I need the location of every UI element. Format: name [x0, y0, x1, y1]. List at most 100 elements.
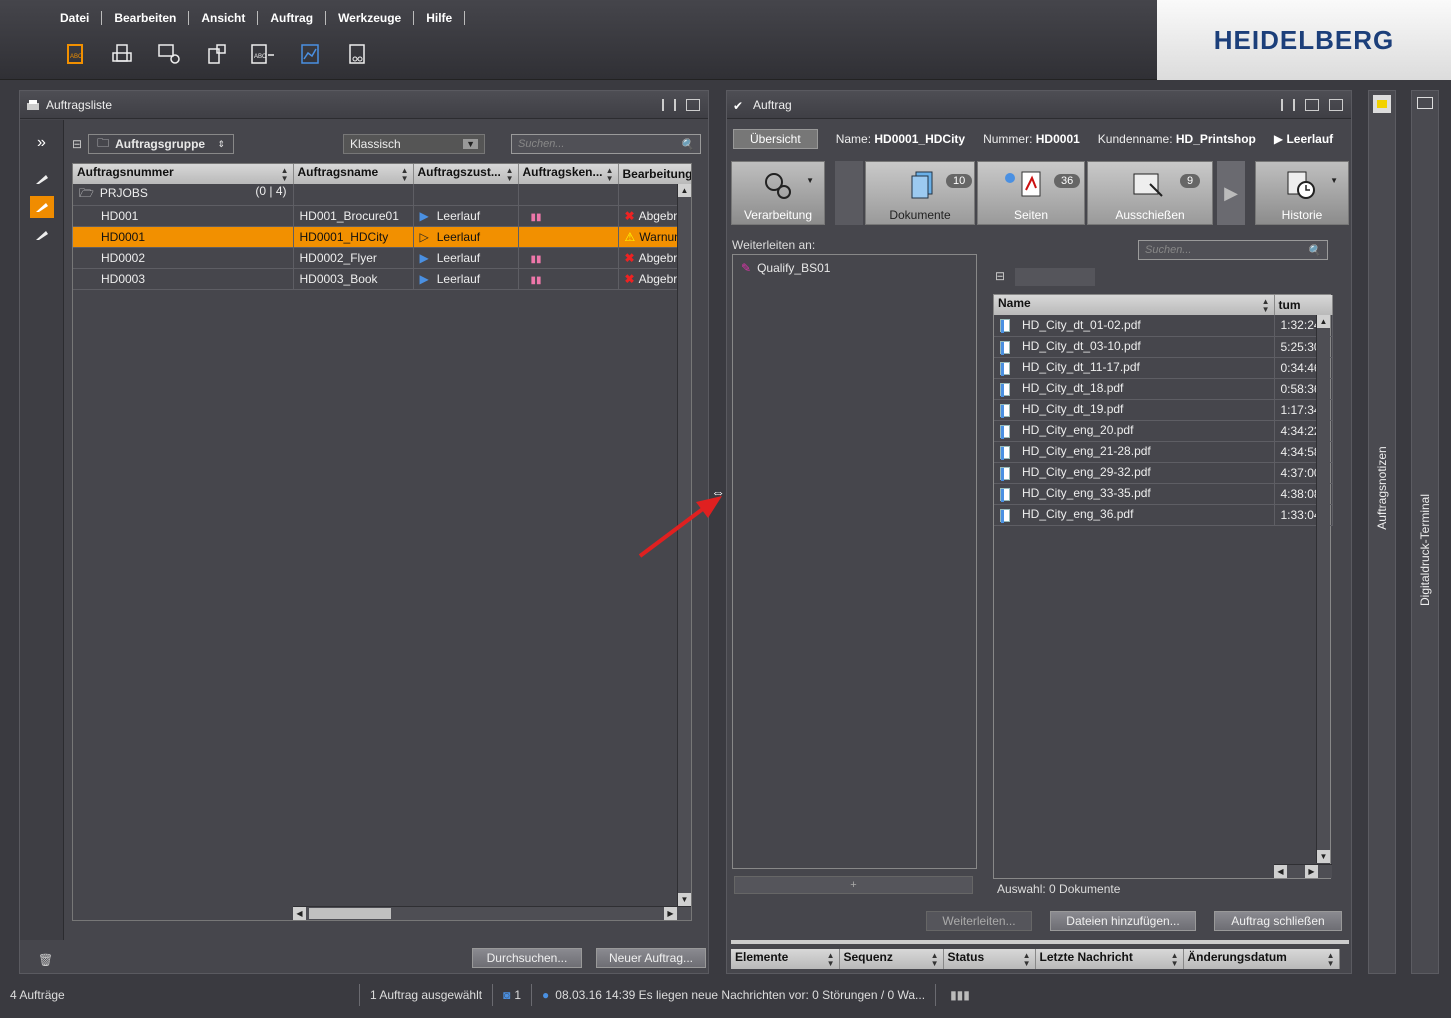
play-icon: ▶ [419, 251, 429, 265]
expand-icon[interactable]: » [30, 132, 54, 154]
file-row[interactable]: HD_City_dt_18.pdf 0:58:36 [994, 378, 1333, 400]
menu-ansicht[interactable]: Ansicht [189, 11, 259, 25]
processing-button[interactable]: ▼ Verarbeitung [731, 161, 825, 225]
main-toolbar: ABC ABC [58, 40, 387, 68]
filter-icon[interactable] [30, 168, 54, 190]
scroll-down-icon[interactable]: ▼ [1317, 850, 1330, 863]
terminal-label: Digitaldruck-Terminal [1418, 493, 1432, 606]
maximize-icon[interactable] [686, 98, 700, 111]
message-splitter[interactable] [731, 940, 1349, 944]
menu-hilfe[interactable]: Hilfe [414, 11, 466, 25]
scroll-right-icon[interactable]: ▶ [664, 907, 677, 920]
history-button[interactable]: ▼ Historie [1255, 161, 1349, 225]
col-status[interactable]: Status ▲ ▼ [943, 949, 1036, 969]
collapse-icon[interactable]: ⊟ [995, 269, 1005, 283]
col-auftragskennung[interactable]: Auftragsken... ▲ ▼ [518, 164, 619, 184]
group-row[interactable]: 🗁 PRJOBS (0 | 4) [73, 184, 691, 206]
file-row[interactable]: HD_City_eng_36.pdf 1:33:04 [994, 504, 1333, 526]
col-elemente[interactable]: Elemente ▲ ▼ [731, 949, 840, 969]
document-settings-icon[interactable] [340, 40, 374, 68]
scroll-left-icon[interactable]: ◀ [1274, 865, 1287, 878]
col-auftragszustand[interactable]: Auftragszust... ▲ ▼ [413, 164, 519, 184]
filter-alt-icon[interactable] [30, 224, 54, 246]
group-combo[interactable]: 🗀 Auftragsgruppe ⇕ [88, 134, 235, 154]
job-notes-sidebar[interactable]: Auftragsnotizen [1368, 90, 1396, 974]
top-bar: Datei Bearbeiten Ansicht Auftrag Werkzeu… [0, 0, 1451, 80]
col-auftragsname[interactable]: Auftragsname ▲ ▼ [293, 164, 414, 184]
job-search-input[interactable]: Suchen... 🔍 [511, 134, 701, 154]
message-status[interactable]: ● 08.03.16 14:39 Es liegen neue Nachricht… [532, 984, 937, 1006]
menu-bearbeiten[interactable]: Bearbeiten [102, 11, 190, 25]
imposition-step[interactable]: 9 Ausschießen [1087, 161, 1213, 225]
table-row[interactable]: HD001 HD001_Brocure01 ▶ Leerlauf ▮▮ ✖ Abge… [73, 205, 691, 227]
forward-target-item[interactable]: ✎ Qualify_BS01 [733, 255, 976, 281]
table-row[interactable]: HD0003 HD0003_Book ▶ Leerlauf ▮▮ ✖ Abgebro [73, 268, 691, 290]
file-filter-field[interactable] [1015, 268, 1095, 286]
filter-active-icon[interactable] [29, 196, 54, 218]
col-auftragsnummer[interactable]: Auftragsnummer ▲ ▼ [73, 164, 294, 184]
trash-icon[interactable]: 🗑 [38, 953, 53, 967]
split-icon[interactable] [662, 98, 676, 111]
workflow-icon[interactable] [199, 40, 233, 68]
pdf-file-icon [1000, 445, 1010, 460]
new-job-button[interactable]: Neuer Auftrag... [596, 948, 706, 968]
file-row[interactable]: HD_City_eng_21-28.pdf 4:34:58 [994, 441, 1333, 463]
menu-werkzeuge[interactable]: Werkzeuge [326, 11, 415, 25]
tab-overview[interactable]: Übersicht [733, 129, 818, 149]
workflow-bar: ▼ Verarbeitung 10 Dokumente 36 Seiten 9 … [731, 161, 1349, 227]
printer-stack-icon[interactable] [105, 40, 139, 68]
scroll-left-icon[interactable]: ◀ [293, 907, 306, 920]
file-row[interactable]: HD_City_dt_01-02.pdf 1:32:24 [994, 315, 1333, 337]
job-table-hscroll[interactable]: ◀ ▶ [293, 906, 691, 920]
play-icon: ▶ [419, 272, 429, 286]
split-icon[interactable] [1281, 98, 1295, 111]
file-row[interactable]: HD_City_dt_11-17.pdf 0:34:46 [994, 357, 1333, 379]
col-file-date[interactable]: tum [1274, 295, 1333, 315]
add-target-button[interactable]: + [734, 876, 973, 894]
workflow-prev-arrow[interactable] [835, 161, 863, 225]
col-aenderungsdatum[interactable]: Änderungsdatum ▲ ▼ [1183, 949, 1340, 969]
scroll-right-icon[interactable]: ▶ [1305, 865, 1318, 878]
group-count: (0 | 4) [255, 184, 287, 198]
table-row[interactable]: HD0002 HD0002_Flyer ▶ Leerlauf ▮▮ ✖ Abgebr… [73, 247, 691, 269]
documents-step[interactable]: 10 Dokumente [865, 161, 975, 225]
file-row[interactable]: HD_City_eng_33-35.pdf 4:38:08 [994, 483, 1333, 505]
file-row[interactable]: HD_City_dt_03-10.pdf 5:25:30 [994, 336, 1333, 358]
table-row-selected[interactable]: HD0001 HD0001_HDCity ▷ Leerlauf ⚠ Warnun [73, 226, 691, 248]
menu-datei[interactable]: Datei [48, 11, 103, 25]
browse-button[interactable]: Durchsuchen... [472, 948, 582, 968]
digital-print-terminal-sidebar[interactable]: Digitaldruck-Terminal [1411, 90, 1439, 974]
forward-button[interactable]: Weiterleiten... [926, 911, 1032, 931]
col-letzte-nachricht[interactable]: Letzte Nachricht ▲ ▼ [1035, 949, 1184, 969]
close-job-button[interactable]: Auftrag schließen [1214, 911, 1342, 931]
file-table-hscroll[interactable]: ◀ ▶ [1274, 864, 1332, 878]
file-row[interactable]: HD_City_dt_19.pdf 1:17:34 [994, 399, 1333, 421]
workflow-target-icon: ✎ [741, 261, 752, 275]
detach-icon[interactable] [1329, 98, 1343, 111]
workflow-next-arrow[interactable]: ▶ [1217, 161, 1245, 225]
file-row[interactable]: HD_City_eng_20.pdf 4:34:22 [994, 420, 1333, 442]
col-sequenz[interactable]: Sequenz ▲ ▼ [839, 949, 944, 969]
col-file-name[interactable]: Name ▲ ▼ [994, 295, 1275, 315]
view-mode-select[interactable]: Klassisch ▼ [343, 134, 485, 154]
pdf-file-icon [1000, 382, 1010, 397]
col-bearbeitung[interactable]: Bearbeitungs [618, 164, 691, 184]
queue-status[interactable]: ◙ 1 [493, 984, 533, 1006]
file-table-vscroll[interactable]: ▲ ▼ [1316, 315, 1330, 863]
scroll-up-icon[interactable]: ▲ [1317, 315, 1330, 328]
abc-document-icon[interactable]: ABC [58, 40, 92, 68]
collapse-icon[interactable]: ⊟ [72, 137, 82, 151]
file-search-input[interactable]: Suchen... 🔍 [1138, 240, 1328, 260]
file-row[interactable]: HD_City_eng_29-32.pdf 4:37:00 [994, 462, 1333, 484]
job-count-status: 4 Aufträge [0, 984, 360, 1006]
pages-step[interactable]: 36 Seiten [977, 161, 1085, 225]
chart-icon[interactable] [293, 40, 327, 68]
monitor-gear-icon[interactable] [152, 40, 186, 68]
maximize-icon[interactable] [1305, 98, 1319, 111]
menu-auftrag[interactable]: Auftrag [258, 11, 327, 25]
scroll-up-icon[interactable]: ▲ [678, 184, 691, 197]
scroll-down-icon[interactable]: ▼ [678, 893, 691, 906]
add-files-button[interactable]: Dateien hinzufügen... [1050, 911, 1196, 931]
abc-export-icon[interactable]: ABC [246, 40, 280, 68]
hscroll-thumb[interactable] [309, 908, 391, 919]
